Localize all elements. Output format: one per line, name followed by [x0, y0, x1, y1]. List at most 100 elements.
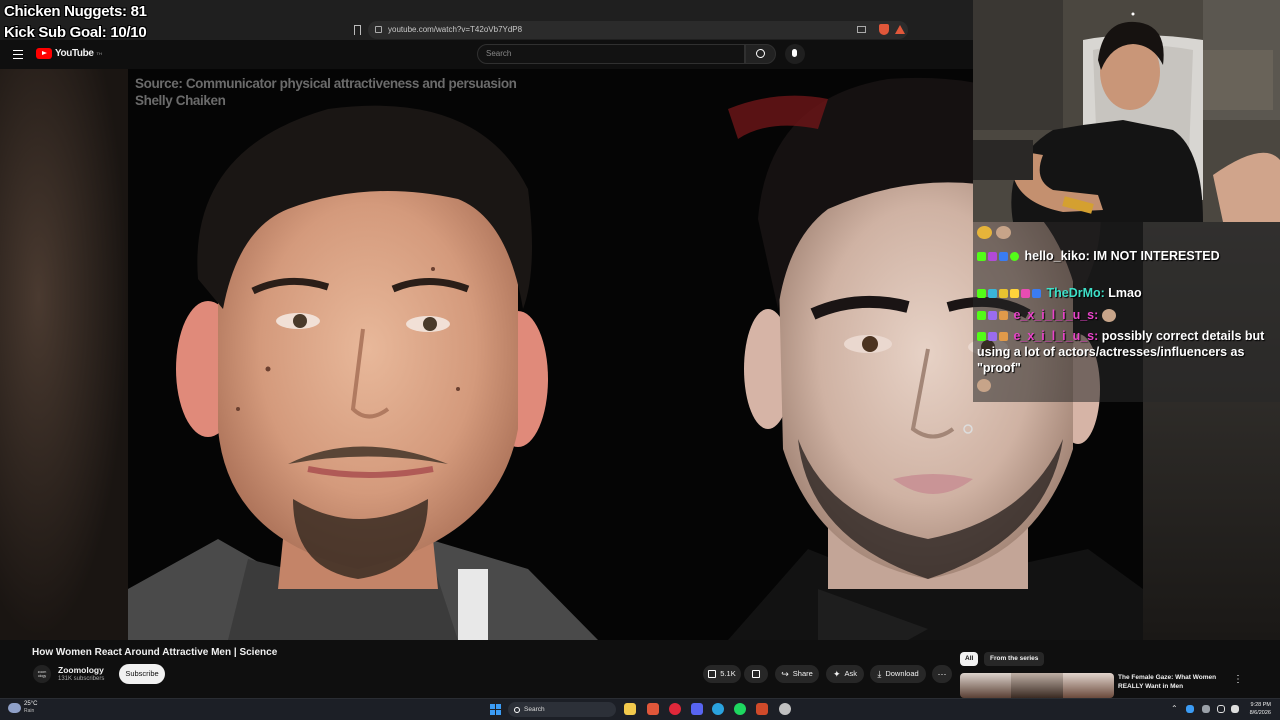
rain-cloud-icon: [8, 703, 21, 713]
channel-subscribers: 131K subscribers: [58, 676, 105, 682]
recommended-menu-icon[interactable]: ⋮: [1233, 674, 1243, 685]
chat-username[interactable]: hello_kiko:: [1024, 249, 1089, 263]
voice-search-button[interactable]: [785, 44, 805, 64]
thumbs-up-icon: [708, 670, 717, 678]
chat-username[interactable]: TheDrMo:: [1046, 286, 1104, 300]
taskbar-clock[interactable]: 9:28 PM 8/6/2026: [1243, 701, 1271, 717]
wifi-icon[interactable]: [1217, 705, 1225, 713]
telegram-icon[interactable]: [712, 703, 724, 715]
taskbar-search-label: Search: [524, 706, 545, 713]
ask-button[interactable]: ✦ Ask: [826, 665, 864, 683]
kick-badge-icon: [977, 252, 986, 262]
download-label: Download: [885, 669, 919, 678]
weather-widget[interactable]: 25°C Rain: [8, 701, 37, 715]
shield-icon[interactable]: [879, 24, 889, 35]
chip-all[interactable]: All: [960, 652, 979, 666]
chip-all-label: All: [965, 655, 974, 662]
sub-badge-icon: [988, 311, 997, 321]
nuggets-counter: Chicken Nuggets: 81: [4, 3, 147, 20]
search-placeholder: Search: [486, 49, 512, 58]
emote-icon: [1101, 309, 1116, 323]
crown-badge-icon: [1010, 289, 1019, 299]
recommended-thumbnail[interactable]: [960, 673, 1114, 698]
subscribe-button[interactable]: Subscribe: [119, 664, 165, 684]
sub-badge-icon: [988, 289, 997, 299]
more-actions-button[interactable]: ⋯: [932, 665, 952, 683]
chrome-icon[interactable]: [779, 703, 791, 715]
video-source-line2: Shelly Chaiken: [135, 93, 226, 108]
menu-icon[interactable]: [13, 50, 23, 59]
channel-avatar[interactable]: zoom ology: [33, 665, 51, 683]
kick-badge-icon: [977, 311, 986, 321]
youtube-logo-text: YouTube: [55, 48, 94, 59]
trophy-badge-icon: [999, 332, 1008, 342]
opera-icon[interactable]: [669, 703, 681, 715]
subscribe-label: Subscribe: [125, 669, 159, 678]
clock-time: 9:28 PM: [1250, 702, 1271, 708]
download-button[interactable]: ⤓ Download: [870, 665, 926, 683]
chat-message: e_x_i_l_i_u_s:: [977, 307, 1275, 323]
dislike-button[interactable]: [744, 665, 768, 683]
trophy-badge-icon: [999, 311, 1008, 321]
recommended-title[interactable]: The Female Gaze: What Women REALLY Want …: [1118, 673, 1228, 691]
kick-sub-goal: Kick Sub Goal: 10/10: [4, 24, 147, 41]
address-bar[interactable]: youtube.com/watch?v=T42oVb7YdP8: [368, 21, 908, 39]
webcam-image: [973, 0, 1280, 222]
search-input[interactable]: Search: [477, 44, 745, 64]
thumbs-down-icon: [752, 670, 760, 678]
chat-text: IM NOT INTERESTED: [1093, 249, 1220, 263]
youtube-play-icon: [36, 48, 52, 59]
like-button[interactable]: 5.1K: [703, 665, 741, 683]
download-icon: ⤓: [877, 669, 882, 679]
tray-security-icon[interactable]: [1202, 705, 1210, 713]
app-icon[interactable]: [756, 703, 768, 715]
video-title: How Women React Around Attractive Men | …: [32, 647, 278, 658]
chat-message: TheDrMo: Lmao: [977, 285, 1275, 301]
sub-badge-icon: [988, 252, 997, 262]
search-icon: [514, 706, 520, 713]
emote-icon: [977, 379, 991, 392]
warning-icon[interactable]: [895, 25, 905, 34]
bookmark-icon[interactable]: [354, 25, 361, 35]
tray-chevron-icon[interactable]: ⌃: [1171, 704, 1178, 713]
chip-from-series-label: From the series: [990, 655, 1039, 662]
taskbar-search[interactable]: Search: [508, 702, 616, 717]
chip-from-series[interactable]: From the series: [984, 652, 1045, 666]
url-text: youtube.com/watch?v=T42oVb7YdP8: [388, 25, 523, 34]
cast-icon[interactable]: [857, 26, 866, 33]
emote-icon: [977, 226, 992, 239]
brave-browser-icon[interactable]: [647, 703, 659, 715]
chat-message: e_x_i_l_i_u_s: possibly correct details …: [977, 328, 1275, 392]
share-icon: ↪: [781, 669, 789, 679]
youtube-logo[interactable]: YouTube TH: [36, 48, 102, 59]
chat-message: hello_kiko: IM NOT INTERESTED: [977, 248, 1275, 264]
like-count: 5.1K: [720, 669, 736, 678]
search-button[interactable]: [745, 44, 776, 64]
video-source-line1: Source: Communicator physical attractive…: [135, 76, 517, 91]
chat-overlay: hello_kiko: IM NOT INTERESTED TheDrMo: L…: [973, 222, 1280, 402]
share-button[interactable]: ↪ Share: [775, 665, 819, 683]
video-info-area: How Women React Around Attractive Men | …: [0, 640, 1280, 698]
ask-label: Ask: [844, 669, 858, 678]
windows-taskbar: 25°C Rain Search ⌃ 9:28 PM 8/6/2026: [0, 698, 1280, 720]
kick-badge-icon: [977, 332, 986, 342]
discord-icon[interactable]: [691, 703, 703, 715]
gift-badge-icon: [999, 289, 1008, 299]
share-label: Share: [792, 669, 813, 678]
chat-username[interactable]: e_x_i_l_i_u_s:: [1013, 329, 1098, 343]
webcam-feed: [973, 0, 1280, 222]
channel-name[interactable]: Zoomology: [58, 665, 104, 675]
microphone-icon: [792, 49, 797, 57]
site-info-icon[interactable]: [375, 26, 382, 33]
windows-start-button[interactable]: [490, 704, 501, 715]
tray-app-icon[interactable]: [1186, 705, 1194, 713]
chat-username[interactable]: e_x_i_l_i_u_s:: [1013, 308, 1098, 322]
chat-text: Lmao: [1108, 286, 1142, 300]
clock-date: 8/6/2026: [1249, 710, 1271, 716]
video-ambient-left: [0, 69, 128, 640]
spotify-icon[interactable]: [734, 703, 746, 715]
verified-badge-icon: [1010, 252, 1019, 262]
volume-icon[interactable]: [1231, 705, 1239, 713]
chat-emote-row: [977, 226, 1011, 239]
file-explorer-icon[interactable]: [624, 703, 636, 715]
